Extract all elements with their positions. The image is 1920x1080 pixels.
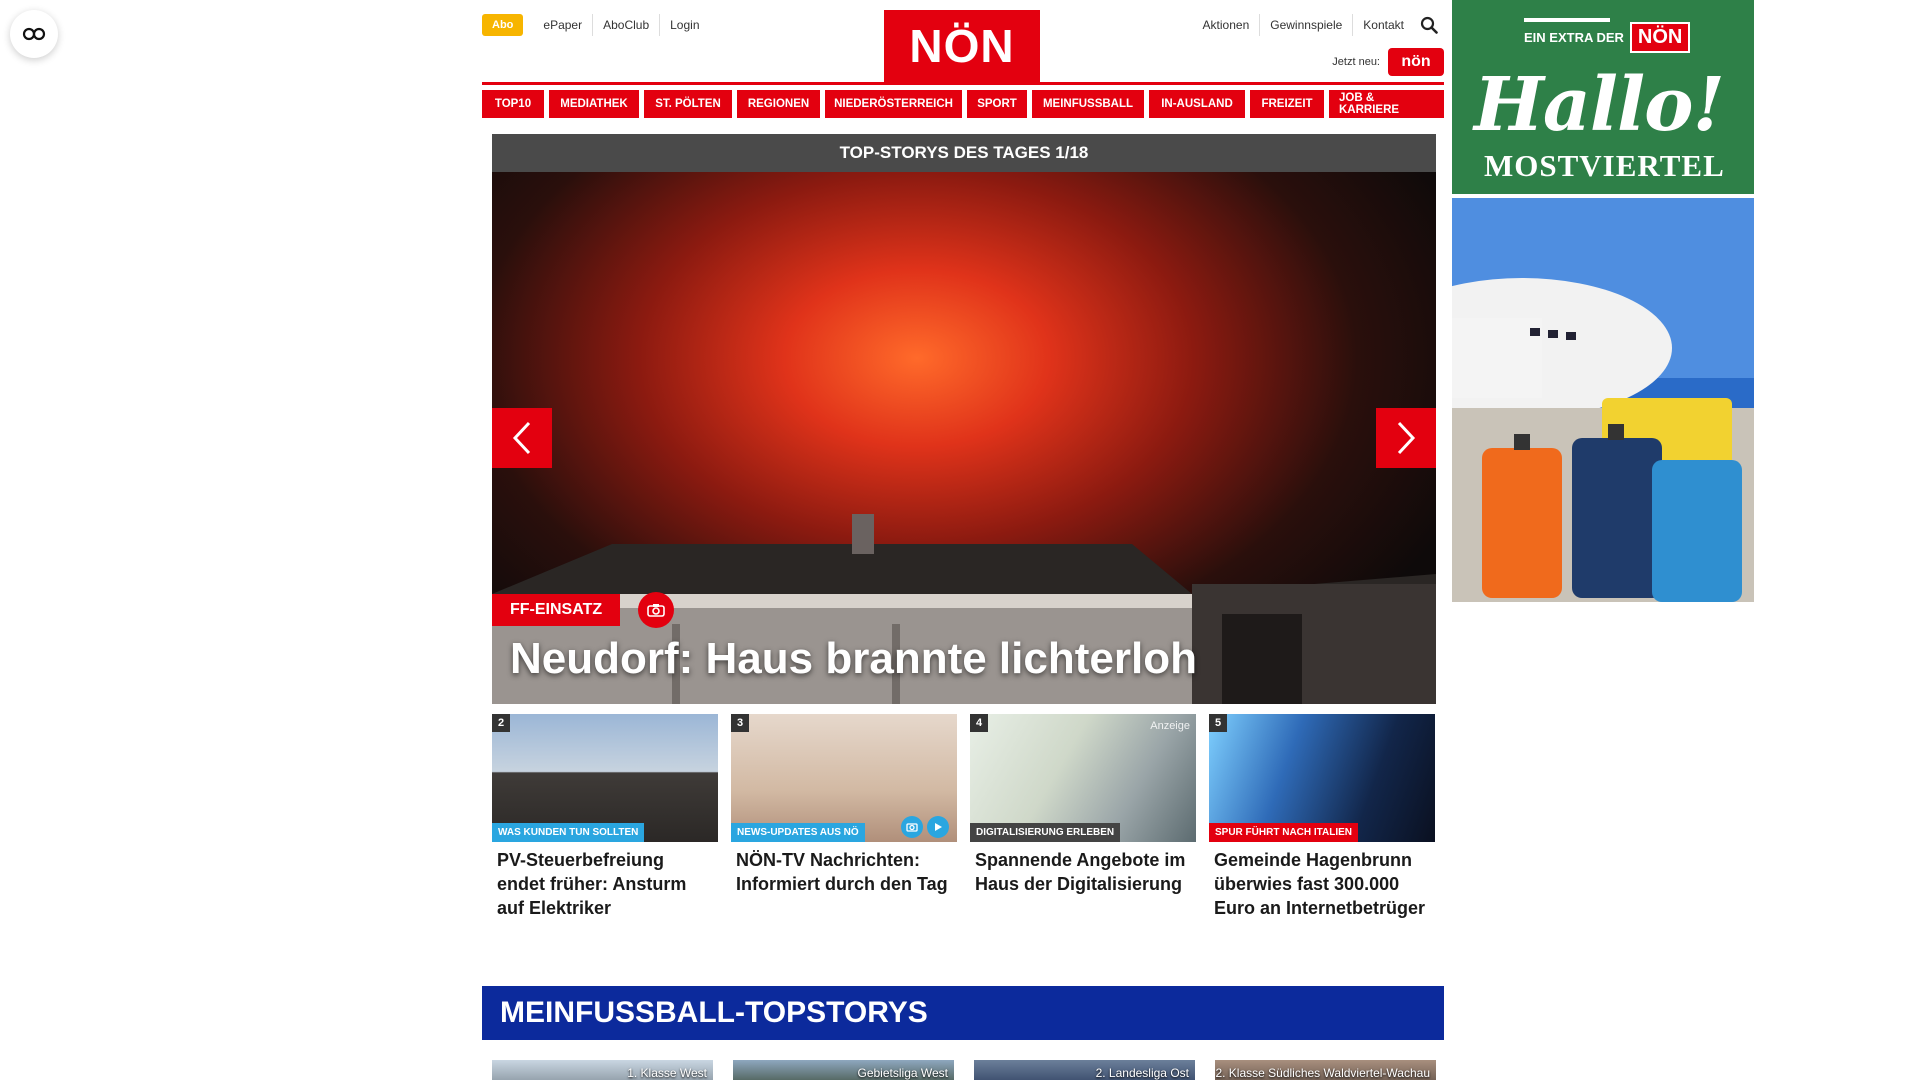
story-cards: 2 WAS KUNDEN TUN SOLLTEN PV-Steuerbefrei… (492, 714, 1436, 920)
abo-button[interactable]: Abo (482, 14, 524, 36)
story-card[interactable]: 5 SPUR FÜHRT NACH ITALIEN Gemeinde Hagen… (1209, 714, 1435, 920)
nav-item-freizeit[interactable]: FREIZEIT (1250, 90, 1324, 118)
slider-caption-tag: FF-EINSATZ (492, 592, 675, 628)
ad-extra-line: EIN EXTRA DER NÖN (1524, 18, 1691, 53)
meinfussball-header[interactable]: MEINFUSSBALL-TOPSTORYS (482, 986, 1444, 1040)
story-number: 2 (492, 714, 510, 732)
slider-header: TOP-STORYS DES TAGES 1/18 (492, 134, 1436, 172)
story-tag: NEWS-UPDATES AUS NÖ (731, 823, 865, 842)
league-label: 2. Landesliga Ost (1095, 1066, 1189, 1080)
league-label: 1. Klasse West (627, 1066, 707, 1080)
jetzt-neu: Jetzt neu: nön (1332, 48, 1444, 76)
story-image[interactable]: 5 SPUR FÜHRT NACH ITALIEN (1209, 714, 1435, 842)
meinfussball-thumbs: 1. Klasse West Gebietsliga West 2. Lande… (492, 1060, 1436, 1080)
jetzt-neu-label: Jetzt neu: (1332, 56, 1380, 68)
story-image[interactable]: 2 WAS KUNDEN TUN SOLLTEN (492, 714, 718, 842)
ad-airport-image[interactable] (1452, 198, 1754, 602)
story-title[interactable]: NÖN-TV Nachrichten: Informiert durch den… (731, 842, 957, 896)
play-icon (927, 816, 949, 838)
camera-icon (901, 816, 923, 838)
ad-logo: NÖN (1629, 22, 1691, 53)
site-header: Abo ePaper AboClub Login NÖN Aktionen Ge… (480, 0, 1444, 82)
top-right-links: Aktionen Gewinnspiele Kontakt (1193, 14, 1444, 36)
search-icon[interactable] (1414, 14, 1444, 36)
airport-illustration (1452, 198, 1754, 602)
slider-prev-button[interactable] (492, 408, 552, 468)
top-stories-slider: TOP-STORYS DES TAGES 1/18 FF-EINSATZ Neu… (492, 134, 1436, 704)
site-logo[interactable]: NÖN (884, 10, 1040, 82)
ad-hallo-mostviertel[interactable]: EIN EXTRA DER NÖN Hallo! MOSTVIERTEL (1452, 0, 1754, 194)
site-container: Abo ePaper AboClub Login NÖN Aktionen Ge… (480, 0, 1444, 1080)
nav-item-sport[interactable]: SPORT (967, 90, 1027, 118)
meinfussball-thumb[interactable]: 2. Landesliga Ost (974, 1060, 1195, 1080)
nav-item-st-poelten[interactable]: ST. PÖLTEN (644, 90, 732, 118)
camera-icon (638, 592, 675, 628)
ad-divider (1524, 18, 1610, 22)
category-tag[interactable]: FF-EINSATZ (492, 594, 621, 626)
story-title[interactable]: Spannende Angebote im Haus der Digitalis… (970, 842, 1196, 896)
ad-extra-label: EIN EXTRA DER (1524, 30, 1624, 45)
story-title[interactable]: Gemeinde Hagenbrunn überwies fast 300.00… (1209, 842, 1435, 920)
login-link[interactable]: Login (659, 14, 709, 36)
ad-headline: Hallo! (1474, 62, 1725, 148)
chevron-right-icon (1397, 421, 1416, 455)
story-image[interactable]: 4 Anzeige DIGITALISIERUNG ERLEBEN (970, 714, 1196, 842)
slider-headline[interactable]: Neudorf: Haus brannte lichterloh (510, 634, 1197, 684)
story-tag: SPUR FÜHRT NACH ITALIEN (1209, 823, 1359, 842)
slider-next-button[interactable] (1376, 408, 1436, 468)
kontakt-link[interactable]: Kontakt (1352, 14, 1414, 36)
gewinnspiele-link[interactable]: Gewinnspiele (1259, 14, 1352, 36)
league-label: 2. Klasse Südliches Waldviertel-Wachau (1215, 1066, 1430, 1080)
nav-item-meinfussball[interactable]: MEINFUSSBALL (1032, 90, 1144, 118)
aboclub-link[interactable]: AboClub (592, 14, 659, 36)
story-card[interactable]: 3 NEWS-UPDATES AUS NÖ NÖN-TV Nachrichten… (731, 714, 957, 920)
story-card[interactable]: 4 Anzeige DIGITALISIERUNG ERLEBEN Spanne… (970, 714, 1196, 920)
meinfussball-thumb[interactable]: 1. Klasse West (492, 1060, 713, 1080)
story-number: 5 (1209, 714, 1227, 732)
epaper-link[interactable]: ePaper (533, 14, 592, 36)
story-title[interactable]: PV-Steuerbefreiung endet früher: Ansturm… (492, 842, 718, 920)
story-number: 3 (731, 714, 749, 732)
aktionen-link[interactable]: Aktionen (1193, 14, 1260, 36)
nav-item-in-ausland[interactable]: IN-AUSLAND (1149, 90, 1245, 118)
nav-item-top10[interactable]: TOP10 (482, 90, 544, 118)
nav-item-mediathek[interactable]: MEDIATHEK (549, 90, 639, 118)
story-tag: WAS KUNDEN TUN SOLLTEN (492, 823, 645, 842)
accessibility-button[interactable] (10, 10, 58, 58)
meinfussball-thumb[interactable]: 2. Klasse Südliches Waldviertel-Wachau (1215, 1060, 1436, 1080)
chevron-left-icon (512, 421, 531, 455)
slider-image[interactable]: FF-EINSATZ Neudorf: Haus brannte lichter… (492, 172, 1436, 704)
glasses-icon (22, 27, 46, 41)
ad-badge: Anzeige (1150, 720, 1190, 732)
nav-item-regionen[interactable]: REGIONEN (737, 90, 820, 118)
media-icons (901, 816, 949, 838)
nav-item-niederoesterreich[interactable]: NIEDERÖSTERREICH (825, 90, 962, 118)
story-card[interactable]: 2 WAS KUNDEN TUN SOLLTEN PV-Steuerbefrei… (492, 714, 718, 920)
story-image[interactable]: 3 NEWS-UPDATES AUS NÖ (731, 714, 957, 842)
league-label: Gebietsliga West (857, 1066, 949, 1080)
meinfussball-thumb[interactable]: Gebietsliga West (733, 1060, 954, 1080)
story-tag: DIGITALISIERUNG ERLEBEN (970, 823, 1121, 842)
main-nav: TOP10 MEDIATHEK ST. PÖLTEN REGIONEN NIED… (482, 82, 1444, 118)
nav-item-job-karriere[interactable]: JOB & KARRIERE (1329, 90, 1444, 118)
ad-region: MOSTVIERTEL (1484, 148, 1725, 183)
story-number: 4 (970, 714, 988, 732)
top-left-links: Abo ePaper AboClub Login (482, 14, 710, 36)
promo-logo[interactable]: nön (1388, 48, 1444, 76)
